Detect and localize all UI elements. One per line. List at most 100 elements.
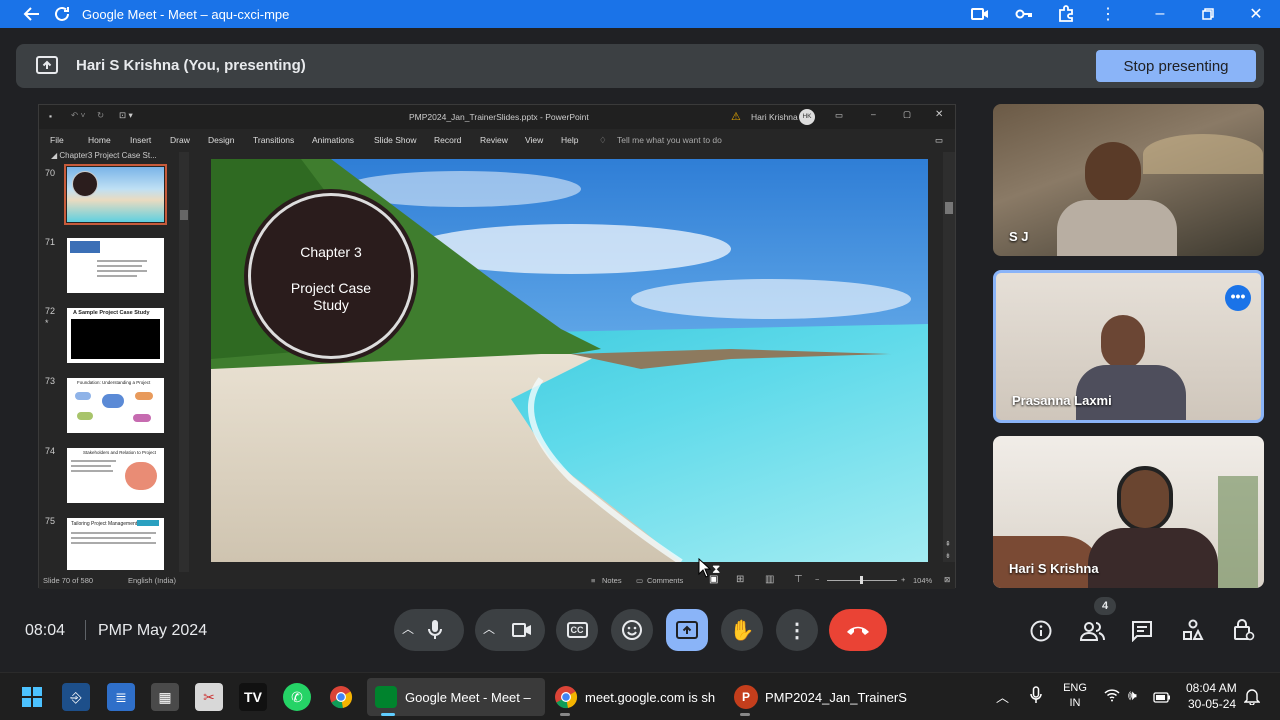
- people-icon[interactable]: [1079, 620, 1106, 647]
- slide-thumbnail-71[interactable]: [67, 238, 164, 293]
- redo-icon[interactable]: ↻: [97, 110, 104, 121]
- menu-home[interactable]: Home: [88, 135, 111, 145]
- slide-thumbnail-70[interactable]: [64, 164, 167, 225]
- participant-tile-hari[interactable]: Hari S Krishna: [993, 436, 1264, 588]
- thumbnail-scrollbar[interactable]: [179, 152, 189, 572]
- avatar[interactable]: HK: [799, 109, 815, 125]
- chat-icon[interactable]: [1131, 620, 1153, 647]
- save-icon[interactable]: ▪: [49, 111, 52, 121]
- participant-tile-sj[interactable]: S J: [993, 104, 1264, 256]
- volume-icon[interactable]: 🕪: [1128, 687, 1137, 704]
- camera-indicator-icon[interactable]: [966, 0, 994, 28]
- ppt-maximize-icon[interactable]: ▢: [903, 109, 911, 120]
- menu-file[interactable]: File: [50, 135, 64, 145]
- notes-button[interactable]: Notes: [602, 576, 622, 585]
- notification-bell-icon[interactable]: [1243, 687, 1261, 710]
- scrollbar-thumb[interactable]: [180, 210, 188, 220]
- notepad-app-icon[interactable]: ≣: [107, 683, 135, 711]
- stop-presenting-button[interactable]: Stop presenting: [1096, 50, 1256, 82]
- reactions-button[interactable]: [611, 609, 653, 651]
- tell-me-search[interactable]: Tell me what you want to do: [617, 135, 722, 145]
- calculator-app-icon[interactable]: ▦: [151, 683, 179, 711]
- reading-view-icon[interactable]: ▥: [765, 574, 774, 585]
- comments-button[interactable]: Comments: [647, 576, 683, 585]
- terminal-app-icon[interactable]: ⎆: [62, 683, 90, 711]
- taskbar-app-meet[interactable]: Google Meet - Meet –: [367, 678, 545, 716]
- section-header[interactable]: ◢ Chapter3 Project Case St...: [51, 151, 157, 160]
- show-hidden-icons-chevron[interactable]: ︿: [996, 687, 1009, 706]
- ppt-close-icon[interactable]: ✕: [935, 109, 943, 120]
- extension-icon[interactable]: [1052, 0, 1080, 28]
- zoom-out-icon[interactable]: −: [815, 575, 819, 584]
- key-icon[interactable]: [1010, 0, 1038, 28]
- clock-date[interactable]: 30-05-24: [1188, 697, 1236, 711]
- clock-time[interactable]: 08:04 AM: [1186, 681, 1237, 695]
- scrollbar-thumb[interactable]: [945, 202, 953, 214]
- meeting-details-icon[interactable]: [1030, 620, 1052, 647]
- close-icon[interactable]: ✕: [1242, 0, 1270, 28]
- menu-view[interactable]: View: [525, 135, 543, 145]
- back-arrow-icon[interactable]: [18, 0, 46, 28]
- title-circle[interactable]: Chapter 3 Project Case Study: [248, 193, 414, 359]
- menu-draw[interactable]: Draw: [170, 135, 190, 145]
- fit-slide-icon[interactable]: ⊠: [944, 575, 950, 584]
- present-mode-icon[interactable]: ⊡ ▾: [119, 110, 133, 121]
- raise-hand-button[interactable]: ✋: [721, 609, 763, 651]
- slide-scrollbar[interactable]: ⇞ ⇟: [943, 152, 955, 562]
- more-vert-icon[interactable]: ⋮: [1094, 0, 1122, 28]
- ppt-minimize-icon[interactable]: –: [871, 109, 876, 119]
- menu-animations[interactable]: Animations: [312, 135, 354, 145]
- battery-icon[interactable]: [1153, 690, 1171, 708]
- participant-tile-prasanna[interactable]: ••• Prasanna Laxmi: [993, 270, 1264, 423]
- minimize-icon[interactable]: –: [1146, 0, 1174, 28]
- captions-button[interactable]: CC: [556, 609, 598, 651]
- slideshow-icon[interactable]: ⊤: [794, 574, 803, 585]
- next-slide-icon[interactable]: ⇟: [945, 552, 951, 560]
- mic-icon[interactable]: [428, 619, 442, 646]
- slide-thumbnail-74[interactable]: Stakeholders and Relation to Project: [67, 448, 164, 503]
- main-slide[interactable]: Chapter 3 Project Case Study: [211, 159, 928, 562]
- zoom-slider-thumb[interactable]: [860, 576, 863, 584]
- zoom-in-icon[interactable]: +: [901, 575, 905, 584]
- ribbon-display-icon[interactable]: ▭: [835, 110, 843, 121]
- activities-icon[interactable]: [1182, 619, 1204, 646]
- slide-thumbnail-75[interactable]: Tailoring Project Management: [67, 518, 164, 570]
- leave-call-button[interactable]: [829, 609, 887, 651]
- menu-insert[interactable]: Insert: [130, 135, 151, 145]
- input-language-line1[interactable]: ENG: [1063, 682, 1087, 694]
- warning-icon[interactable]: ⚠: [731, 110, 741, 123]
- tradingview-app-icon[interactable]: TV: [239, 683, 267, 711]
- whatsapp-app-icon[interactable]: ✆: [283, 683, 311, 711]
- restore-icon[interactable]: [1194, 0, 1222, 28]
- comments-icon[interactable]: ▭: [636, 576, 643, 585]
- language-status[interactable]: English (India): [128, 576, 176, 585]
- host-controls-icon[interactable]: [1233, 618, 1255, 647]
- microphone-tray-icon[interactable]: [1030, 686, 1042, 709]
- taskbar-app-powerpoint[interactable]: P PMP2024_Jan_TrainerS: [728, 678, 907, 716]
- present-button[interactable]: [666, 609, 708, 651]
- more-options-button[interactable]: ⋮: [776, 609, 818, 651]
- menu-slide-show[interactable]: Slide Show: [374, 135, 417, 145]
- wifi-icon[interactable]: [1104, 688, 1120, 705]
- menu-record[interactable]: Record: [434, 135, 461, 145]
- menu-review[interactable]: Review: [480, 135, 508, 145]
- zoom-level[interactable]: 104%: [913, 576, 932, 585]
- menu-design[interactable]: Design: [208, 135, 234, 145]
- more-options-icon[interactable]: •••: [1225, 285, 1251, 311]
- prev-slide-icon[interactable]: ⇞: [945, 540, 951, 548]
- reload-icon[interactable]: [48, 0, 76, 28]
- menu-help[interactable]: Help: [561, 135, 578, 145]
- notes-icon[interactable]: ≡: [591, 576, 595, 585]
- undo-icon[interactable]: ↶ ˅: [71, 110, 85, 121]
- chrome-app-icon[interactable]: [327, 683, 355, 711]
- slide-sorter-icon[interactable]: ⊞: [736, 574, 744, 585]
- audio-options-chevron-icon[interactable]: ︿: [402, 620, 414, 637]
- windows-start-icon[interactable]: [18, 683, 46, 711]
- camera-icon[interactable]: [512, 622, 532, 643]
- input-language-line2[interactable]: IN: [1063, 697, 1087, 709]
- snipping-tool-icon[interactable]: ✂: [195, 683, 223, 711]
- slide-thumbnail-72[interactable]: A Sample Project Case Study: [67, 308, 164, 363]
- comment-icon[interactable]: ▭: [935, 135, 943, 146]
- menu-transitions[interactable]: Transitions: [253, 135, 294, 145]
- video-options-chevron-icon[interactable]: ︿: [483, 620, 495, 637]
